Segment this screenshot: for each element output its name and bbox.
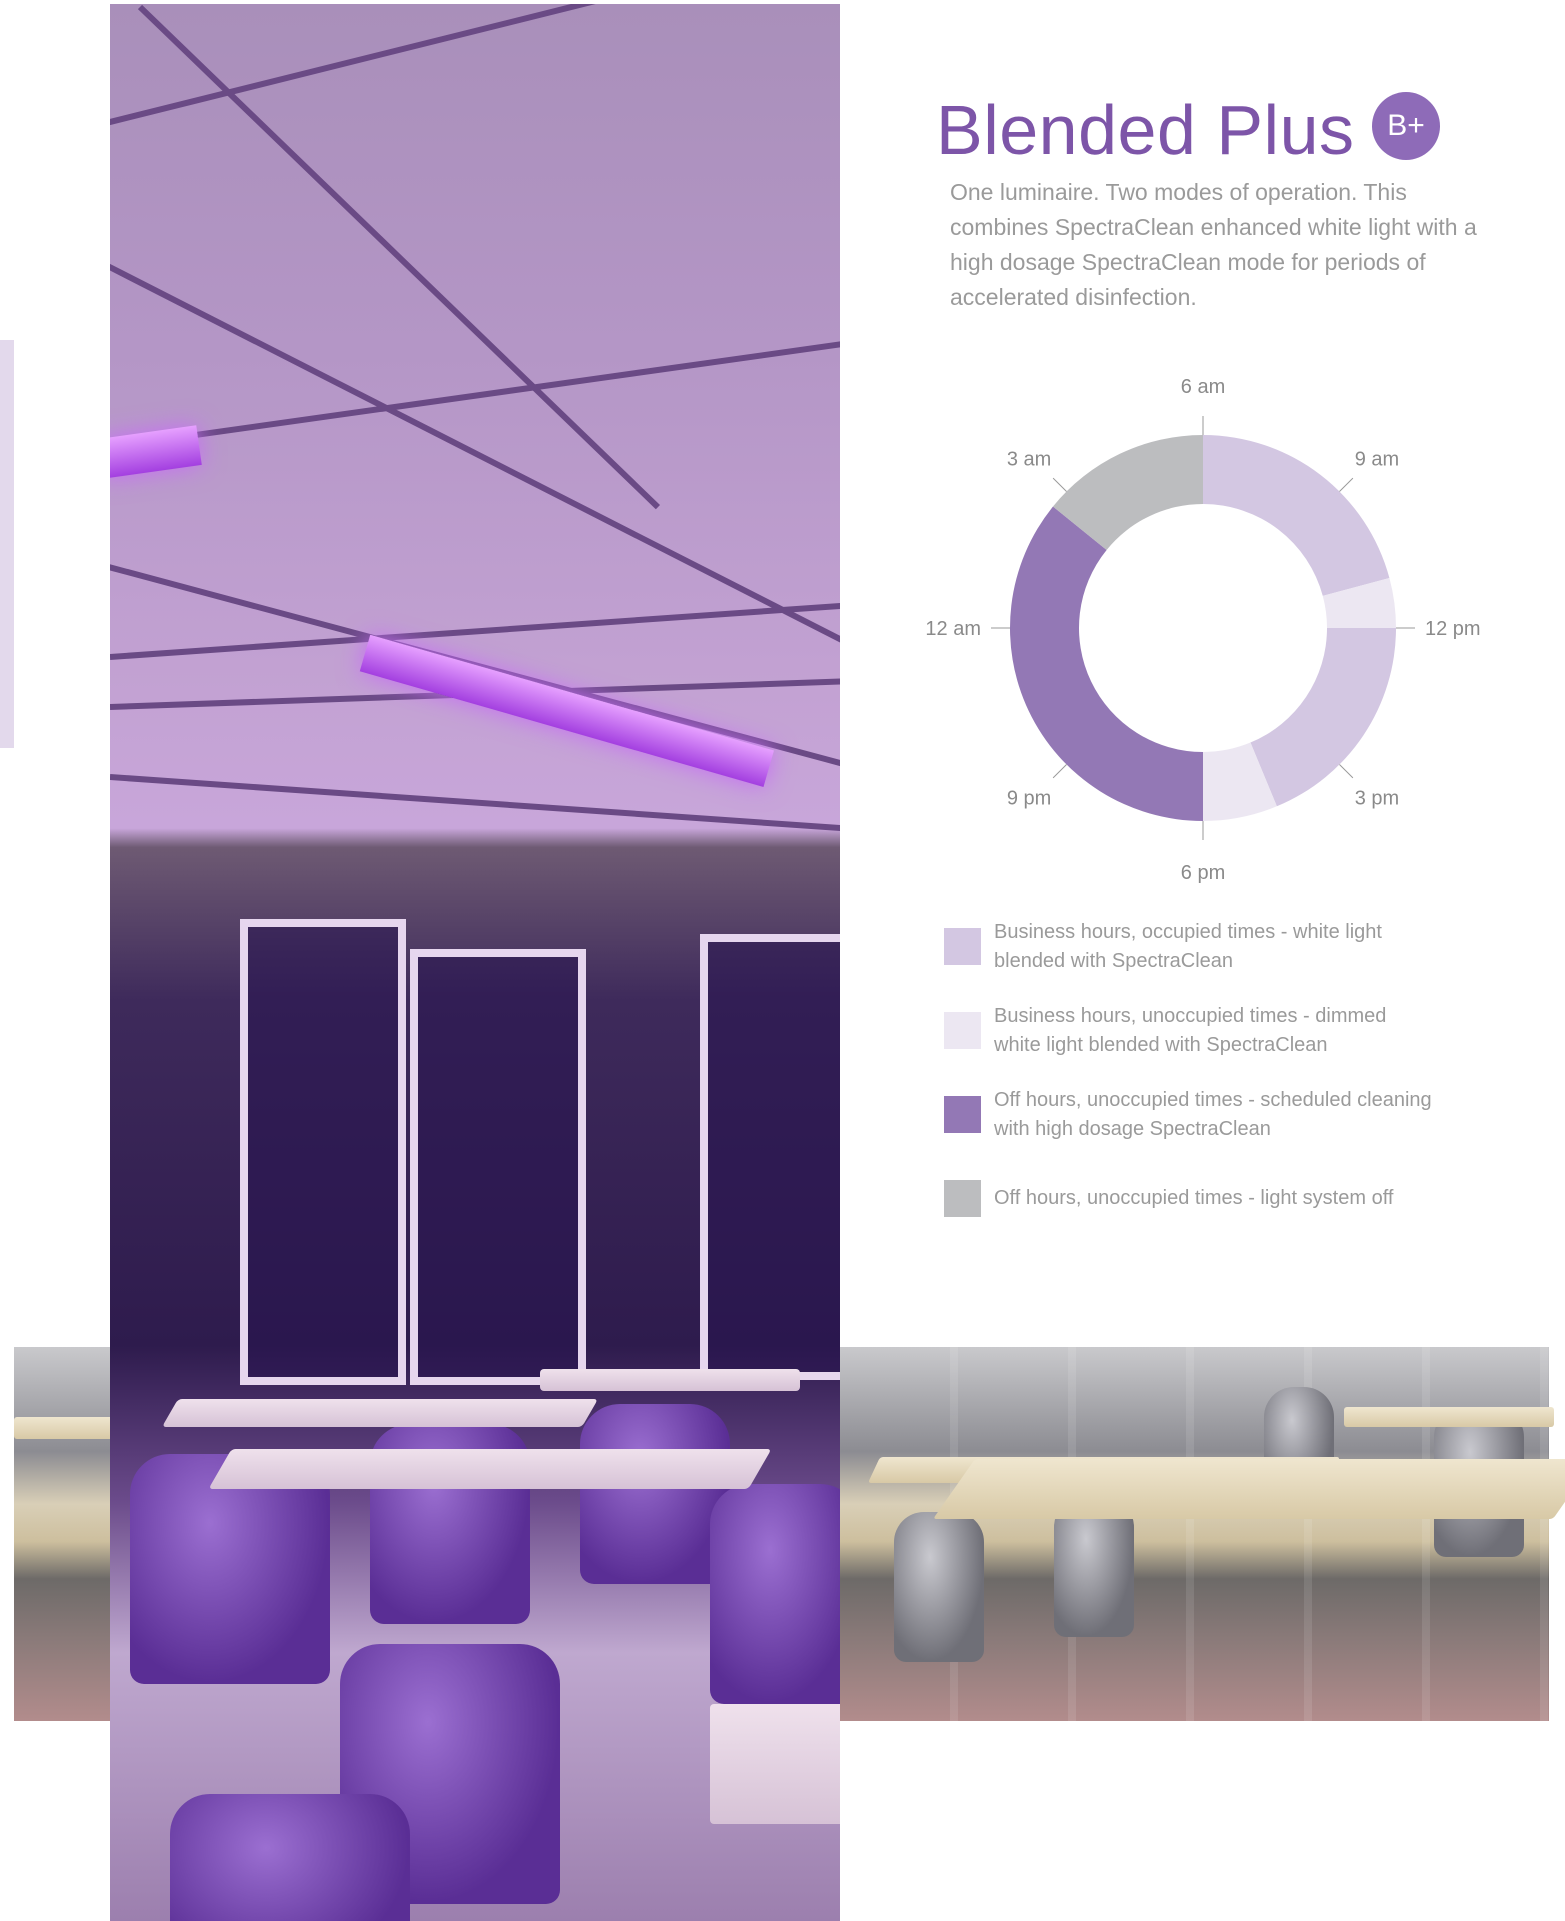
desk-shape [1344, 1407, 1554, 1427]
donut-segment-off-hours-cleaning [1009, 506, 1203, 821]
donut-segment-business-occupied [1250, 628, 1396, 807]
desk-shape [932, 1459, 1565, 1519]
clock-label: 12 am [925, 618, 981, 640]
clock-tick [1339, 764, 1354, 779]
chair-shape [580, 1404, 730, 1584]
chair-shape [894, 1512, 984, 1662]
legend-swatch-off-hours-off [944, 1180, 981, 1217]
clock-label: 3 pm [1355, 788, 1399, 810]
legend-item: Off hours, unoccupied times - light syst… [944, 1170, 1444, 1254]
chart-legend: Business hours, occupied times - white l… [944, 918, 1444, 1254]
legend-item: Business hours, unoccupied times - dimme… [944, 1002, 1444, 1086]
legend-label: Business hours, unoccupied times - dimme… [994, 1005, 1387, 1056]
chair-shape [170, 1794, 410, 1921]
window [700, 934, 840, 1380]
legend-label: Off hours, unoccupied times - scheduled … [994, 1089, 1432, 1140]
clock-label: 12 pm [1425, 618, 1481, 640]
window [240, 919, 406, 1385]
clock-label: 9 am [1355, 448, 1399, 470]
desk-shape [208, 1449, 772, 1489]
clock-label: 6 pm [1181, 862, 1225, 884]
desk-shape [710, 1704, 840, 1824]
legend-swatch-business-unoccupied [944, 1012, 981, 1049]
desk-shape [540, 1369, 800, 1391]
clock-tick [1339, 477, 1354, 492]
legend-swatch-off-hours-cleaning [944, 1096, 981, 1133]
clock-tick [1052, 477, 1067, 492]
legend-item: Business hours, occupied times - white l… [944, 918, 1444, 1002]
clock-tick [1052, 764, 1067, 779]
legend-item: Off hours, unoccupied times - scheduled … [944, 1086, 1444, 1170]
clock-label: 6 am [1181, 376, 1225, 398]
window [410, 949, 586, 1385]
clock-label: 9 pm [1007, 788, 1051, 810]
legend-label: Business hours, occupied times - white l… [994, 921, 1382, 972]
legend-label: Off hours, unoccupied times - light syst… [994, 1187, 1394, 1209]
chair-shape [710, 1484, 840, 1704]
desk-shape [161, 1399, 599, 1427]
day-cycle-donut-chart: 6 am 9 am 12 pm 3 pm 6 pm 9 pm 12 am 3 am [925, 376, 1481, 884]
legend-swatch-business-occupied [944, 928, 981, 965]
clock-label: 3 am [1007, 448, 1051, 470]
